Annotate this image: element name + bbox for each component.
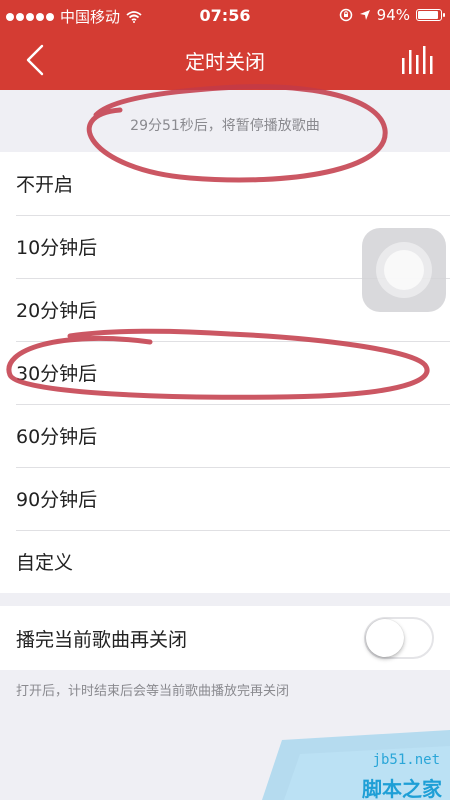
toggle-label: 播完当前歌曲再关闭 xyxy=(16,628,188,651)
battery-icon xyxy=(416,9,445,21)
option-30min[interactable]: 30分钟后 xyxy=(0,341,450,404)
wifi-icon xyxy=(126,10,142,23)
option-90min[interactable]: 90分钟后 xyxy=(0,467,450,530)
option-60min[interactable]: 60分钟后 xyxy=(0,404,450,467)
finish-song-switch[interactable] xyxy=(364,617,434,659)
assistive-touch-button[interactable] xyxy=(362,228,446,312)
option-off[interactable]: 不开启 xyxy=(0,152,450,215)
option-custom[interactable]: 自定义 xyxy=(0,530,450,593)
switch-knob xyxy=(366,619,404,657)
finish-song-toggle-row: 播完当前歌曲再关闭 xyxy=(0,606,450,670)
carrier-label: 中国移动 xyxy=(60,8,121,26)
page-title: 定时关闭 xyxy=(185,50,265,74)
chevron-left-icon[interactable] xyxy=(18,42,54,78)
signal-dots-icon xyxy=(6,12,54,21)
watermark-url: jb51.net xyxy=(372,752,440,768)
timer-options-list: 不开启 10分钟后 20分钟后 30分钟后 60分钟后 90分钟后 自定义 xyxy=(0,152,450,593)
equalizer-icon[interactable] xyxy=(398,42,434,78)
location-arrow-icon xyxy=(359,10,370,20)
toggle-note: 打开后，计时结束后会等当前歌曲播放完再关闭 xyxy=(16,684,290,699)
watermark-name: 脚本之家 xyxy=(362,777,442,800)
status-bar: 中国移动 07:56 94% xyxy=(0,0,450,30)
nav-bar: 定时关闭 xyxy=(0,30,450,90)
countdown-text: 29分51秒后，将暂停播放歌曲 xyxy=(130,118,320,134)
rotation-lock-icon xyxy=(339,8,352,22)
battery-percent: 94% xyxy=(376,6,410,24)
